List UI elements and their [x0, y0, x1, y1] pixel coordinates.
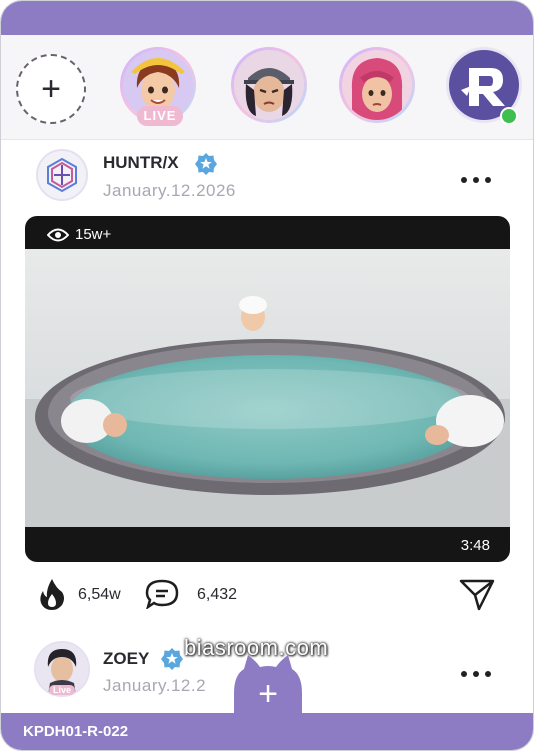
- fab-label: +: [258, 675, 278, 713]
- more-icon: [461, 177, 467, 183]
- post-card: + LIVE HUNTR/X January.12.2026 15w+ 3:48…: [0, 0, 534, 751]
- post-header: HUNTR/X January.12.2026: [1, 147, 533, 207]
- view-count-label: 15w+: [75, 226, 112, 243]
- view-count: 15w+: [47, 226, 111, 243]
- fire-icon[interactable]: [38, 578, 66, 610]
- huntrx-logo-icon: [38, 151, 86, 199]
- add-story-button[interactable]: +: [16, 54, 86, 124]
- avatar: [234, 50, 304, 120]
- more-options-button[interactable]: [461, 667, 501, 681]
- live-badge: LIVE: [137, 106, 183, 126]
- verified-icon: [195, 153, 217, 175]
- top-band: [1, 1, 533, 35]
- post-actions: 6,54w 6,432: [1, 573, 533, 615]
- more-options-button[interactable]: [461, 173, 501, 187]
- post-author[interactable]: ZOEY: [103, 649, 149, 669]
- story-avatar-3[interactable]: [339, 47, 415, 123]
- live-badge: Live: [49, 685, 76, 695]
- eye-icon: [47, 228, 69, 241]
- create-post-button[interactable]: +: [222, 653, 314, 739]
- story-avatar-2[interactable]: [231, 47, 307, 123]
- avatar[interactable]: [36, 149, 88, 201]
- serial-code: KPDH01-R-022: [23, 723, 129, 740]
- post-date: January.12.2: [103, 676, 207, 695]
- more-icon: [461, 671, 467, 677]
- plus-icon: +: [41, 70, 61, 108]
- post-author[interactable]: HUNTR/X: [103, 153, 179, 173]
- stories-bar: + LIVE: [1, 35, 533, 140]
- post-date: January.12.2026: [103, 181, 236, 200]
- online-status-icon: [500, 107, 518, 125]
- send-icon[interactable]: [459, 577, 495, 611]
- comment-count: 6,432: [197, 586, 238, 603]
- video-duration: 3:48: [460, 537, 490, 554]
- comment-icon[interactable]: [145, 579, 179, 609]
- verified-icon: [161, 648, 183, 670]
- like-count: 6,54w: [78, 586, 121, 603]
- video-player[interactable]: 15w+ 3:48: [25, 216, 510, 562]
- avatar: [342, 50, 412, 120]
- video-thumbnail: [25, 249, 510, 527]
